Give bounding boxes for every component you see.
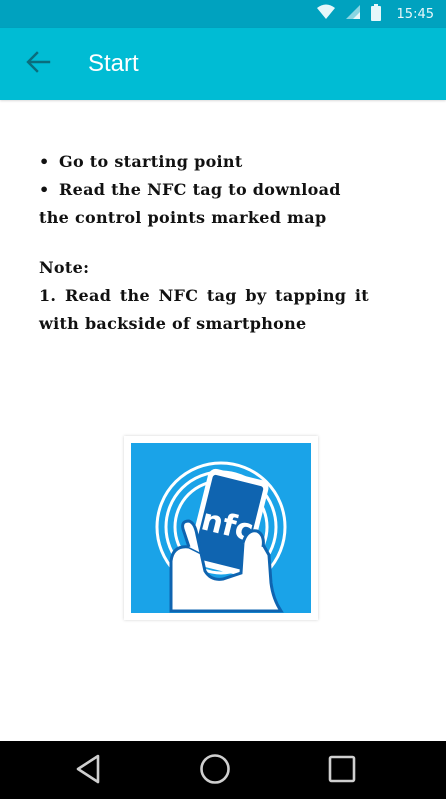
- status-icons: 15:45: [316, 3, 434, 25]
- instructions: • Go to starting point • Read the NFC tag …: [39, 148, 379, 338]
- list-item: • Read the NFC tag to download: [39, 176, 379, 204]
- bullet-text-continuation: the control points marked map: [39, 208, 327, 227]
- recents-square-icon: [328, 755, 356, 787]
- arrow-left-icon: [25, 50, 51, 78]
- status-time: 15:45: [396, 6, 434, 22]
- note-title: Note:: [39, 258, 90, 277]
- back-button[interactable]: [18, 46, 58, 82]
- bullet-text: Read the NFC tag to download: [59, 180, 341, 199]
- app-bar: Start: [0, 28, 446, 100]
- nfc-logo-icon: nfc: [131, 443, 311, 613]
- bullet-list: • Go to starting point • Read the NFC tag …: [39, 148, 379, 232]
- nav-recents-button[interactable]: [320, 749, 364, 793]
- navigation-bar: [0, 741, 446, 799]
- bullet-dot: •: [39, 180, 50, 199]
- wifi-icon: [316, 4, 335, 24]
- signal-icon: [345, 4, 361, 24]
- nav-home-button[interactable]: [193, 749, 237, 793]
- nfc-logo-card: nfc: [124, 436, 318, 620]
- back-triangle-icon: [74, 754, 102, 788]
- bullet-text: Go to starting point: [59, 152, 243, 171]
- note-item: 1. Read the NFC tag by tapping it with b…: [39, 286, 369, 333]
- status-bar: 15:45: [0, 0, 446, 28]
- page-title: Start: [88, 50, 139, 77]
- battery-icon: [370, 3, 381, 25]
- home-circle-icon: [199, 753, 231, 789]
- list-item-continuation: the control points marked map: [39, 204, 379, 232]
- nav-back-button[interactable]: [66, 749, 110, 793]
- bullet-dot: •: [39, 152, 50, 171]
- list-item: • Go to starting point: [39, 148, 379, 176]
